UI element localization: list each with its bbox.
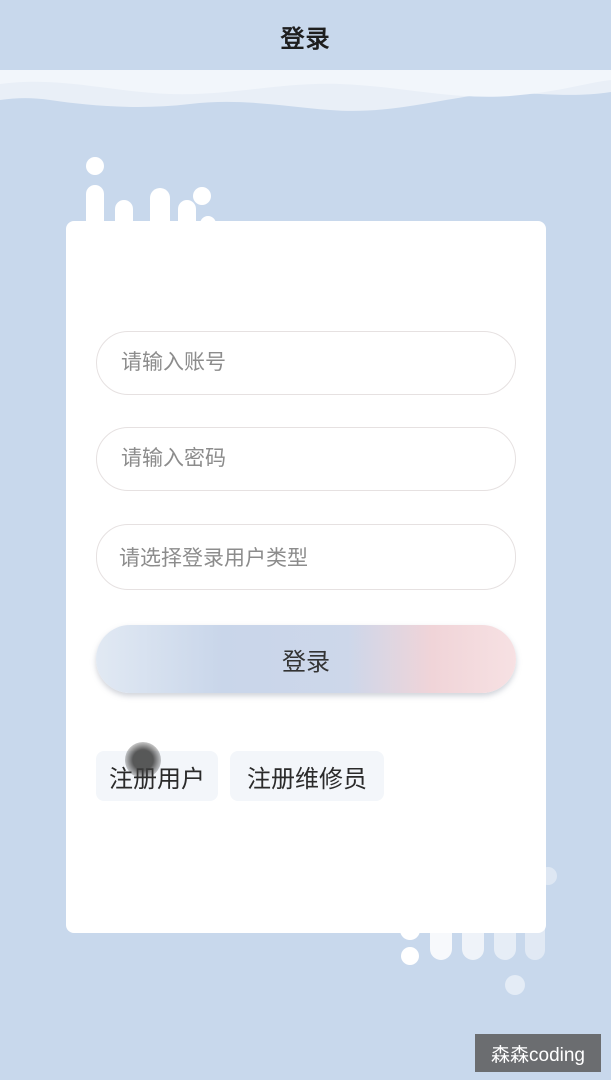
- login-button-label: 登录: [282, 648, 330, 676]
- user-type-select[interactable]: 请选择登录用户类型: [96, 524, 516, 590]
- login-card: 请选择登录用户类型 登录 注册用户 注册维修员: [66, 221, 546, 933]
- account-input[interactable]: [119, 350, 515, 376]
- register-repairer-button[interactable]: 注册维修员: [230, 751, 384, 801]
- account-field[interactable]: [96, 331, 516, 395]
- watermark: 森森coding: [475, 1034, 601, 1072]
- wave-decoration: [0, 70, 611, 111]
- user-type-placeholder: 请选择登录用户类型: [119, 547, 308, 570]
- password-field[interactable]: [96, 427, 516, 491]
- page-title: 登录: [280, 25, 331, 53]
- password-input[interactable]: [119, 446, 515, 472]
- login-button[interactable]: 登录: [96, 625, 516, 693]
- register-repairer-label: 注册维修员: [247, 765, 367, 793]
- watermark-text: 森森coding: [491, 1044, 585, 1066]
- touch-indicator: [125, 742, 161, 778]
- navigation-bar: 登录: [0, 0, 611, 72]
